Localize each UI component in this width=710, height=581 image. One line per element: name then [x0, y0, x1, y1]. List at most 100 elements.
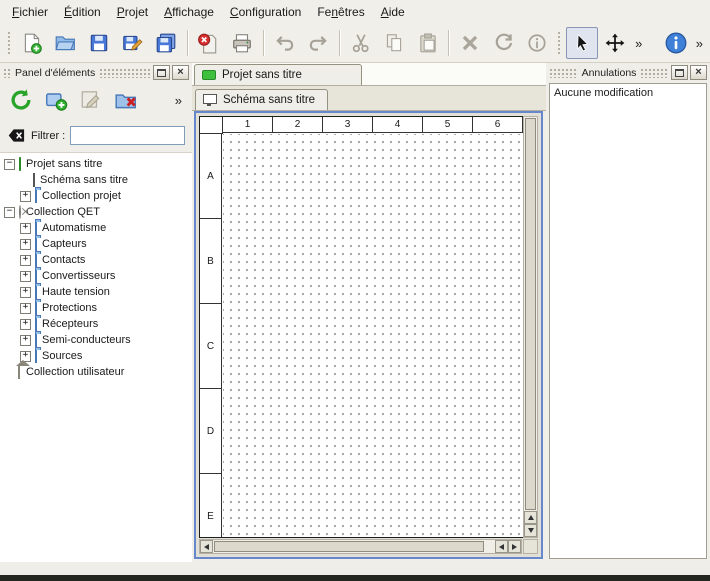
- main-area: Panel d'éléments » Filtrer :: [0, 63, 710, 562]
- dock-grip-icon[interactable]: [549, 68, 578, 78]
- undo-button[interactable]: [269, 27, 301, 59]
- undo-list[interactable]: Aucune modification: [549, 83, 707, 559]
- element-info-button[interactable]: [522, 27, 554, 59]
- vertical-scrollbar[interactable]: [523, 116, 538, 538]
- menu-label: onfiguration: [239, 5, 302, 19]
- toolbar-overflow-chevron[interactable]: »: [693, 36, 706, 51]
- collapse-expander-icon[interactable]: [4, 159, 15, 170]
- toolbar-grip[interactable]: [7, 31, 12, 55]
- scroll-left-button[interactable]: [200, 540, 213, 553]
- copy-button[interactable]: [378, 27, 410, 59]
- tree-item-recepteurs[interactable]: Récepteurs: [0, 316, 192, 332]
- dock-grip-icon[interactable]: [3, 68, 11, 78]
- horizontal-scrollbar-track[interactable]: [485, 540, 495, 553]
- tree-item-convertisseurs[interactable]: Convertisseurs: [0, 268, 192, 284]
- tree-item-protections[interactable]: Protections: [0, 300, 192, 316]
- expand-expander-icon[interactable]: [20, 335, 31, 346]
- menu-fenetres[interactable]: Fenêtres: [309, 2, 372, 22]
- expand-expander-icon[interactable]: [20, 223, 31, 234]
- element-info-icon: [526, 32, 548, 54]
- save-all-button[interactable]: [150, 27, 182, 59]
- save-icon: [88, 32, 110, 54]
- menu-projet[interactable]: Projet: [109, 2, 156, 22]
- float-panel-button[interactable]: [671, 65, 688, 80]
- diagram-grid-canvas[interactable]: [223, 134, 523, 538]
- filter-row: Filtrer :: [0, 117, 192, 152]
- rotate-button[interactable]: [488, 27, 520, 59]
- scroll-right-button[interactable]: [508, 540, 521, 553]
- menu-configuration[interactable]: Configuration: [222, 2, 309, 22]
- vertical-scrollbar-thumb[interactable]: [525, 118, 536, 510]
- tree-item-haute-tension[interactable]: Haute tension: [0, 284, 192, 300]
- information-icon: [664, 31, 688, 55]
- dock-grip-icon[interactable]: [99, 68, 151, 78]
- information-button[interactable]: [660, 27, 692, 59]
- new-document-button[interactable]: [16, 27, 48, 59]
- edit-element-button[interactable]: [78, 87, 104, 113]
- menu-label: n: [331, 5, 338, 19]
- menu-aide[interactable]: Aide: [373, 2, 413, 22]
- close-file-button[interactable]: [193, 27, 225, 59]
- horizontal-scrollbar[interactable]: [199, 539, 522, 554]
- undo-empty-message: Aucune modification: [554, 87, 653, 99]
- close-panel-button[interactable]: [690, 65, 707, 80]
- delete-element-button[interactable]: [113, 87, 139, 113]
- clear-filter-button[interactable]: [7, 126, 26, 145]
- tab-project[interactable]: Projet sans titre: [194, 64, 362, 85]
- menu-edition[interactable]: Édition: [56, 2, 109, 22]
- menu-label: êtres: [338, 5, 365, 19]
- float-panel-button[interactable]: [153, 65, 170, 80]
- scroll-left-button[interactable]: [495, 540, 508, 553]
- expand-expander-icon[interactable]: [20, 319, 31, 330]
- toolbar-grip[interactable]: [557, 31, 562, 55]
- expand-expander-icon[interactable]: [20, 271, 31, 282]
- dock-grip-icon[interactable]: [640, 68, 669, 78]
- redo-button[interactable]: [302, 27, 334, 59]
- diagram-canvas-area[interactable]: 1 2 3 4 5 6 A B C D E: [199, 116, 526, 538]
- horizontal-scrollbar-thumb[interactable]: [214, 541, 484, 552]
- paste-button[interactable]: [412, 27, 444, 59]
- save-as-button[interactable]: [117, 27, 149, 59]
- tree-item-collection-qet[interactable]: Collection QET: [0, 204, 192, 220]
- tree-item-collection-projet[interactable]: Collection projet: [0, 188, 192, 204]
- tree-item-collection-utilisateur[interactable]: Collection utilisateur: [0, 364, 192, 380]
- menu-fichier[interactable]: Fichier: [4, 2, 56, 22]
- menu-label: Fe: [317, 5, 331, 19]
- select-tool-button[interactable]: [566, 27, 598, 59]
- expand-expander-icon[interactable]: [20, 239, 31, 250]
- expand-expander-icon[interactable]: [20, 255, 31, 266]
- open-project-button[interactable]: [50, 27, 82, 59]
- panel-overflow-chevron[interactable]: »: [175, 93, 184, 108]
- tree-item-contacts[interactable]: Contacts: [0, 252, 192, 268]
- filter-input[interactable]: [70, 126, 185, 145]
- close-panel-button[interactable]: [172, 65, 189, 80]
- scroll-down-button[interactable]: [524, 524, 537, 537]
- expand-expander-icon[interactable]: [20, 303, 31, 314]
- expand-expander-icon[interactable]: [20, 287, 31, 298]
- tree-item-automatisme[interactable]: Automatisme: [0, 220, 192, 236]
- collections-tree[interactable]: Projet sans titre Schéma sans titre Coll…: [0, 152, 192, 562]
- project-tab-bar: Projet sans titre: [192, 63, 546, 86]
- tree-item-label: Capteurs: [42, 238, 87, 250]
- tree-item-semi-conducteurs[interactable]: Semi-conducteurs: [0, 332, 192, 348]
- new-element-button[interactable]: [43, 87, 69, 113]
- ruler-column-label: 1: [223, 117, 273, 133]
- cut-button[interactable]: [345, 27, 377, 59]
- tree-item-diagram[interactable]: Schéma sans titre: [0, 172, 192, 188]
- save-button[interactable]: [83, 27, 115, 59]
- menu-affichage[interactable]: Affichage: [156, 2, 222, 22]
- tab-diagram[interactable]: Schéma sans titre: [195, 89, 328, 110]
- move-tool-button[interactable]: [600, 27, 632, 59]
- tree-item-label: Semi-conducteurs: [42, 334, 131, 346]
- collapse-expander-icon[interactable]: [4, 207, 15, 218]
- expand-expander-icon[interactable]: [20, 191, 31, 202]
- delete-button[interactable]: [454, 27, 486, 59]
- tree-item-capteurs[interactable]: Capteurs: [0, 236, 192, 252]
- print-button[interactable]: [226, 27, 258, 59]
- undo-panel-header[interactable]: Annulations: [549, 65, 707, 80]
- reload-collections-button[interactable]: [8, 87, 34, 113]
- tree-item-project[interactable]: Projet sans titre: [0, 156, 192, 172]
- scroll-up-button[interactable]: [524, 511, 537, 524]
- toolbar-overflow-chevron[interactable]: »: [632, 36, 645, 51]
- elements-panel-header[interactable]: Panel d'éléments: [3, 65, 189, 80]
